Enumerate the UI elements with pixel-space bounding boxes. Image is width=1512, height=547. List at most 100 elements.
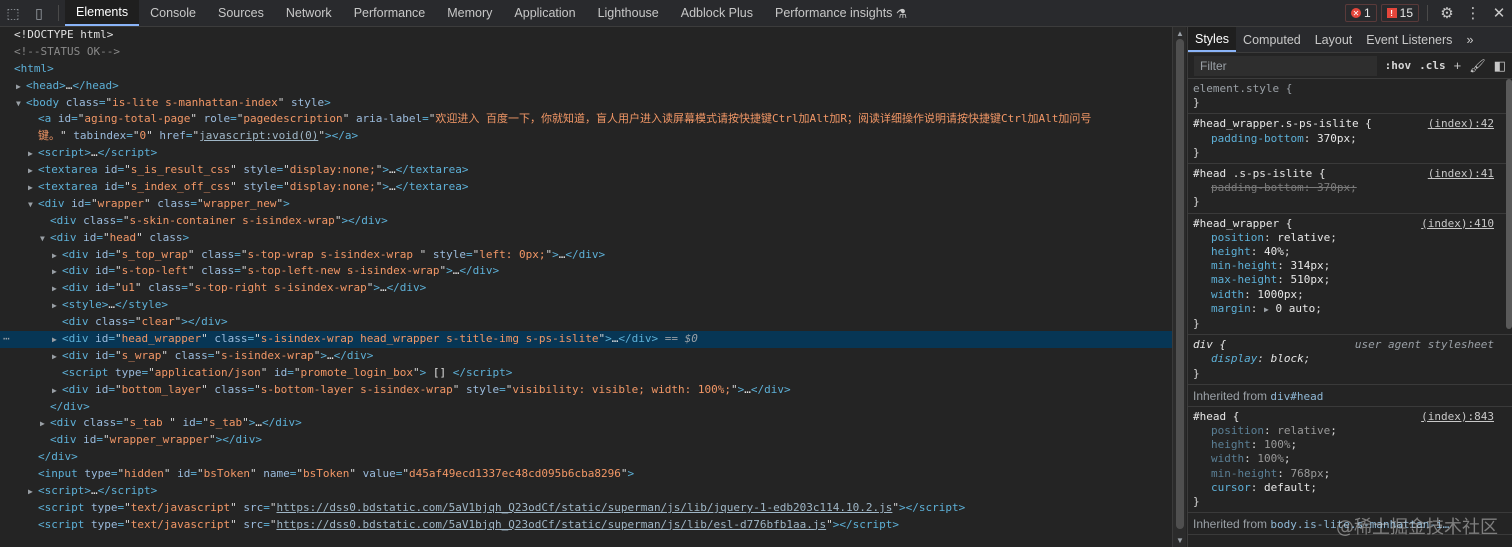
tree-row-comment[interactable]: <!--STATUS OK--> — [0, 44, 1172, 61]
expand-triangle-icon[interactable]: ▶ — [52, 281, 62, 298]
expand-triangle-icon[interactable]: ▶ — [16, 79, 26, 96]
expand-triangle-icon[interactable]: ▶ — [52, 264, 62, 281]
script-src-link[interactable]: https://dss0.bdstatic.com/5aV1bjqh_Q23od… — [276, 501, 892, 514]
collapse-triangle-icon[interactable]: ▼ — [40, 231, 50, 248]
script-src-link[interactable]: https://dss0.bdstatic.com/5aV1bjqh_Q23od… — [276, 518, 826, 531]
tab-memory[interactable]: Memory — [436, 0, 503, 26]
tree-row-skin[interactable]: <div class="s-skin-container s-isindex-w… — [0, 213, 1172, 230]
declaration[interactable]: height: 40%; — [1193, 245, 1507, 259]
rule-source-link[interactable]: (index):41 — [1428, 167, 1494, 181]
tab-network[interactable]: Network — [275, 0, 343, 26]
tree-row-script-esl[interactable]: <script type="text/javascript" src="http… — [0, 517, 1172, 534]
scroll-down-arrow-icon[interactable]: ▼ — [1176, 536, 1184, 545]
scrollbar-thumb[interactable] — [1176, 39, 1184, 529]
tab-lighthouse[interactable]: Lighthouse — [587, 0, 670, 26]
expand-triangle-icon[interactable]: ▶ — [28, 146, 38, 163]
styles-filter-input[interactable]: Filter — [1194, 55, 1377, 76]
tab-performance-insights[interactable]: Performance insights ⚗ — [764, 0, 918, 26]
tab-layout[interactable]: Layout — [1308, 27, 1360, 52]
tree-row-textarea-2[interactable]: ▶ <textarea id="s_index_off_css" style="d… — [0, 179, 1172, 196]
href-link[interactable]: javascript:void(0) — [199, 129, 318, 142]
more-tabs-chevron-icon[interactable]: » — [1459, 27, 1480, 52]
tree-row-style[interactable]: ▶ <style>…</style> — [0, 297, 1172, 314]
cls-toggle-button[interactable]: .cls — [1419, 59, 1446, 72]
tree-row-head-wrapper-selected[interactable]: ⋯ ▶ <div id="head_wrapper" class="s-isinde… — [0, 331, 1172, 348]
inactive-declaration[interactable]: width: 100%; — [1193, 452, 1507, 466]
tab-application[interactable]: Application — [503, 0, 586, 26]
rule-element-style[interactable]: element.style { } — [1188, 79, 1512, 115]
tree-row-textarea-1[interactable]: ▶ <textarea id="s_is_result_css" style="d… — [0, 162, 1172, 179]
tab-performance[interactable]: Performance — [343, 0, 437, 26]
tree-row-bottom-layer[interactable]: ▶ <div id="bottom_layer" class="s-bottom-… — [0, 382, 1172, 399]
more-actions-icon[interactable]: ⋯ — [3, 331, 10, 348]
tree-row-wrapper-wrapper[interactable]: <div id="wrapper_wrapper"></div> — [0, 432, 1172, 449]
tab-computed[interactable]: Computed — [1236, 27, 1308, 52]
inspect-element-icon[interactable]: ⬚ — [0, 0, 26, 26]
new-style-rule-plus-icon[interactable]: + — [1454, 58, 1462, 73]
expand-triangle-icon[interactable]: ▶ — [52, 349, 62, 366]
declaration[interactable]: width: 1000px; — [1193, 288, 1507, 302]
device-toolbar-icon[interactable]: ▯ — [26, 0, 52, 26]
tree-row-script-2[interactable]: ▶ <script>…</script> — [0, 483, 1172, 500]
inactive-declaration[interactable]: min-height: 768px; — [1193, 467, 1507, 481]
scroll-up-arrow-icon[interactable]: ▲ — [1176, 29, 1184, 38]
styles-scrollbar-thumb[interactable] — [1506, 79, 1512, 329]
rule-div-user-agent[interactable]: div { user agent stylesheet display: blo… — [1188, 335, 1512, 385]
tree-row-body[interactable]: ▼ <body class="is-lite s-manhattan-index"… — [0, 95, 1172, 112]
overridden-declaration[interactable]: padding-bottom: 370px; — [1193, 181, 1507, 195]
rule-head-wrapper-islite[interactable]: #head_wrapper.s-ps-islite { (index):42 p… — [1188, 114, 1512, 165]
tree-row-script-jquery[interactable]: <script type="text/javascript" src="http… — [0, 500, 1172, 517]
rule-head[interactable]: #head { (index):843 position: relative; … — [1188, 407, 1512, 514]
tab-elements[interactable]: Elements — [65, 0, 140, 26]
tree-row-s-wrap[interactable]: ▶ <div id="s_wrap" class="s-isindex-wrap"… — [0, 348, 1172, 365]
rule-source-link[interactable]: (index):843 — [1421, 410, 1494, 424]
more-options-icon[interactable]: ⋮ — [1460, 0, 1486, 26]
tab-styles[interactable]: Styles — [1188, 27, 1237, 52]
declaration[interactable]: display: block; — [1193, 352, 1507, 366]
toggle-sidebar-icon[interactable]: ◧ — [1494, 58, 1506, 74]
inactive-declaration[interactable]: position: relative; — [1193, 424, 1507, 438]
hov-toggle-button[interactable]: :hov — [1385, 59, 1412, 72]
tree-row-doctype[interactable]: <!DOCTYPE html> — [0, 27, 1172, 44]
expand-triangle-icon[interactable]: ▶ — [28, 484, 38, 501]
inactive-declaration[interactable]: height: 100%; — [1193, 438, 1507, 452]
expand-triangle-icon[interactable]: ▶ — [52, 298, 62, 315]
tab-console[interactable]: Console — [139, 0, 207, 26]
collapse-triangle-icon[interactable]: ▼ — [28, 197, 38, 214]
tree-row-head[interactable]: ▶ <head>…</head> — [0, 78, 1172, 95]
settings-gear-icon[interactable]: ⚙ — [1434, 0, 1460, 26]
expand-triangle-icon[interactable]: ▶ — [52, 383, 62, 400]
tree-row-close-wrapper[interactable]: </div> — [0, 449, 1172, 466]
expand-triangle-icon[interactable]: ▶ — [28, 163, 38, 180]
tree-row-a[interactable]: <a id="aging-total-page" role="pagedescr… — [0, 111, 1172, 128]
tree-row-top-left[interactable]: ▶ <div id="s-top-left" class="s-top-left-… — [0, 263, 1172, 280]
tree-row-wrapper[interactable]: ▼ <div id="wrapper" class="wrapper_new"> — [0, 196, 1172, 213]
tab-sources[interactable]: Sources — [207, 0, 275, 26]
tree-row-top-wrap[interactable]: ▶ <div id="s_top_wrap" class="s-top-wrap … — [0, 247, 1172, 264]
expand-triangle-icon[interactable]: ▶ — [28, 180, 38, 197]
declaration[interactable]: margin: ▶ 0 auto; — [1193, 302, 1507, 317]
declaration[interactable]: max-height: 510px; — [1193, 273, 1507, 287]
expand-triangle-icon[interactable]: ▶ — [40, 416, 50, 433]
collapse-triangle-icon[interactable]: ▼ — [16, 96, 26, 113]
inherited-node-link[interactable]: div#head — [1270, 390, 1323, 403]
rule-source-link[interactable]: (index):410 — [1421, 217, 1494, 231]
tree-row-clear[interactable]: <div class="clear"></div> — [0, 314, 1172, 331]
tree-row-script[interactable]: ▶ <script>…</script> — [0, 145, 1172, 162]
expand-triangle-icon[interactable]: ▶ — [52, 248, 62, 265]
rule-source-link[interactable]: (index):42 — [1428, 117, 1494, 131]
errors-badge[interactable]: ✕ 1 — [1344, 4, 1377, 22]
expand-triangle-icon[interactable]: ▶ — [52, 332, 62, 349]
declaration[interactable]: cursor: default; — [1193, 481, 1507, 495]
elements-scrollbar[interactable]: ▲ ▼ — [1172, 27, 1186, 547]
expand-shorthand-triangle-icon[interactable]: ▶ — [1264, 305, 1269, 314]
close-devtools-icon[interactable]: ✕ — [1486, 0, 1512, 26]
tab-event-listeners[interactable]: Event Listeners — [1359, 27, 1459, 52]
paint-roller-icon[interactable]: 🖌 — [1469, 58, 1486, 74]
tree-row-input[interactable]: <input type="hidden" id="bsToken" name="… — [0, 466, 1172, 483]
tree-row-s-tab[interactable]: ▶ <div class="s_tab " id="s_tab">…</div> — [0, 415, 1172, 432]
tab-adblock-plus[interactable]: Adblock Plus — [670, 0, 764, 26]
tree-row-u1[interactable]: ▶ <div id="u1" class="s-top-right s-isind… — [0, 280, 1172, 297]
tree-row-close-head[interactable]: </div> — [0, 399, 1172, 416]
issues-badge[interactable]: ! 15 — [1380, 4, 1419, 22]
